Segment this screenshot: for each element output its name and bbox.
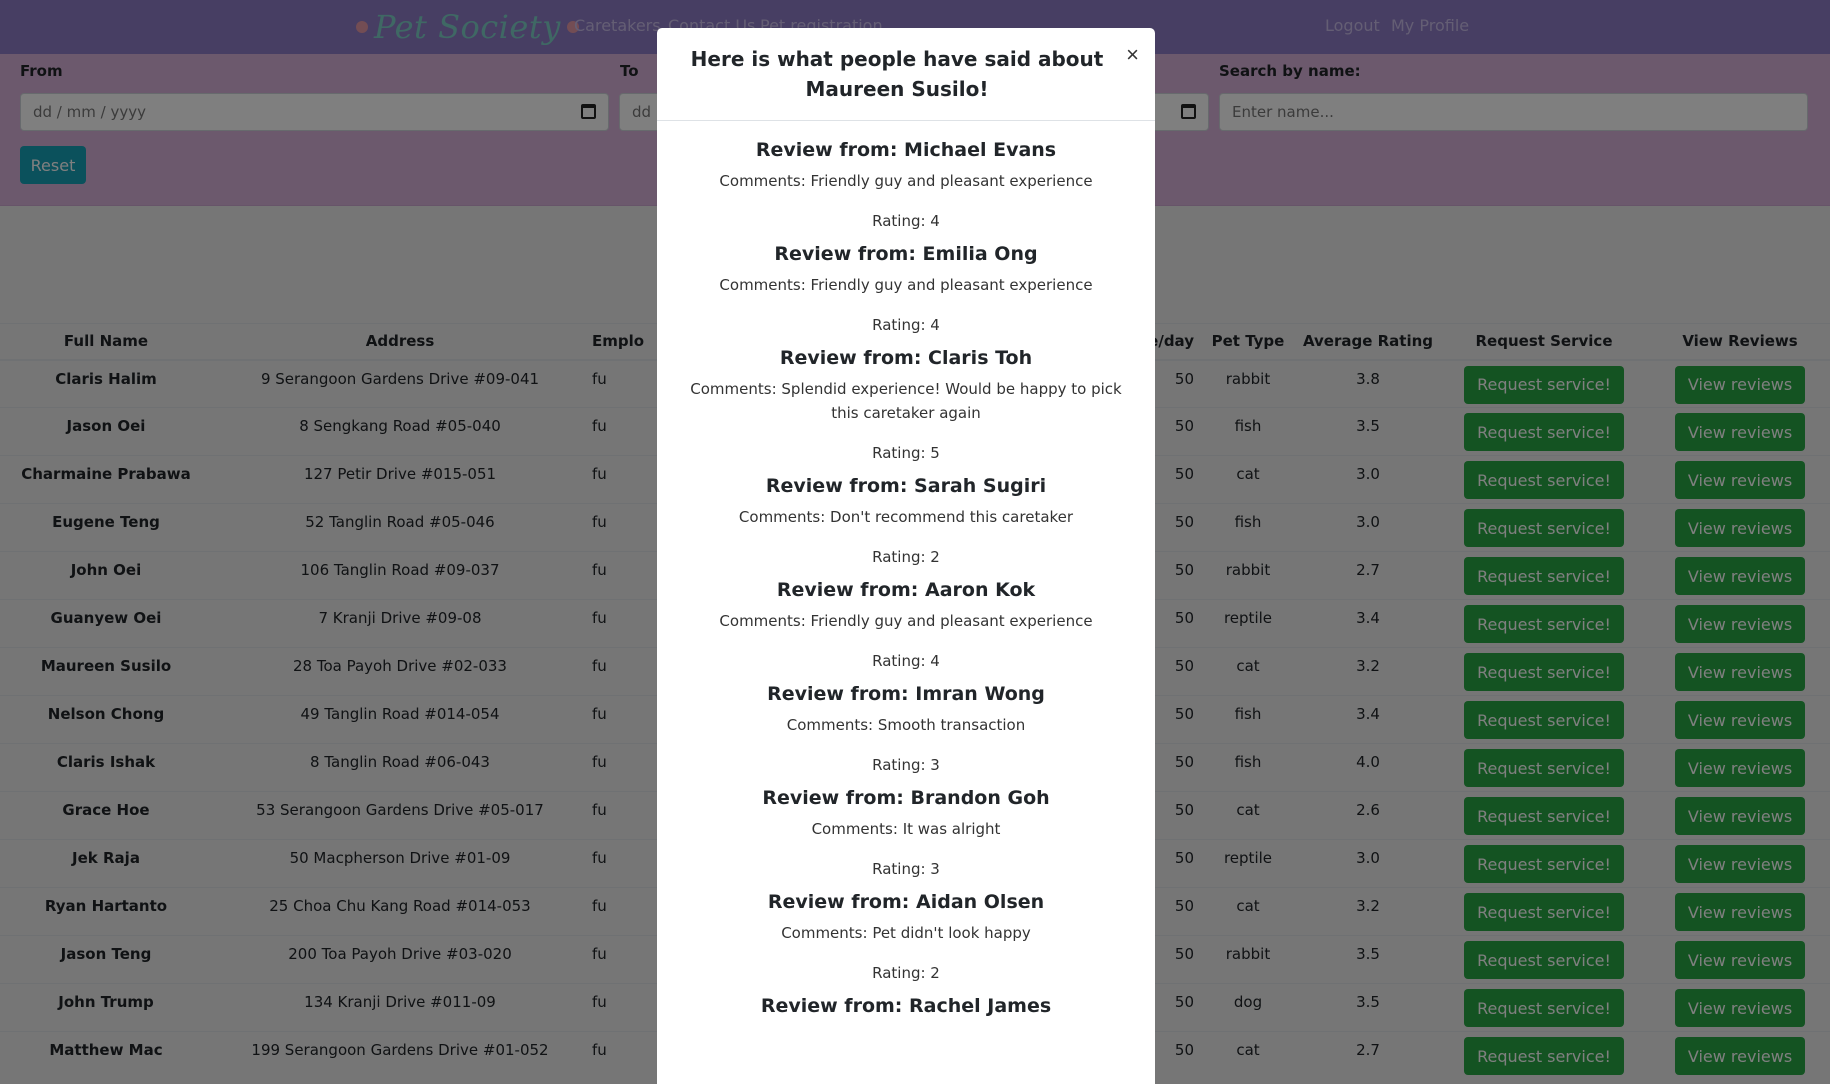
- review-author: Review from: Aaron Kok: [776, 579, 1036, 601]
- review-rating: Rating: 4: [872, 316, 940, 334]
- review-comments: Comments: Splendid experience! Would be …: [690, 380, 1122, 422]
- review-comments: Comments: Friendly guy and pleasant expe…: [719, 172, 1093, 190]
- review-author: Review from: Sarah Sugiri: [765, 475, 1047, 497]
- review-item: Review from: Aaron Kok Comments: Friendly…: [687, 577, 1125, 673]
- review-author: Review from: Claris Toh: [779, 347, 1033, 369]
- review-rating: Rating: 2: [872, 964, 940, 982]
- review-item: Review from: Michael Evans Comments: Frie…: [687, 137, 1125, 233]
- reviews-modal: Here is what people have said about Maur…: [657, 28, 1155, 1084]
- review-comments: Comments: It was alright: [811, 820, 1001, 838]
- review-rating: Rating: 3: [872, 860, 940, 878]
- close-icon[interactable]: ×: [1126, 42, 1139, 68]
- review-comments: Comments: Friendly guy and pleasant expe…: [719, 612, 1093, 630]
- review-rating: Rating: 5: [872, 444, 940, 462]
- review-item: Review from: Aidan Olsen Comments: Pet di…: [687, 889, 1125, 985]
- review-comments: Comments: Smooth transaction: [786, 716, 1026, 734]
- review-comments: Comments: Friendly guy and pleasant expe…: [719, 276, 1093, 294]
- review-author: Review from: Aidan Olsen: [767, 891, 1045, 913]
- review-item: Review from: Brandon Goh Comments: It was…: [687, 785, 1125, 881]
- review-rating: Rating: 2: [872, 548, 940, 566]
- review-rating: Rating: 4: [872, 652, 940, 670]
- review-author: Review from: Michael Evans: [755, 139, 1057, 161]
- review-comments: Comments: Don't recommend this caretaker: [738, 508, 1074, 526]
- modal-header: Here is what people have said about Maur…: [657, 28, 1155, 121]
- review-item: Review from: Imran Wong Comments: Smooth …: [687, 681, 1125, 777]
- review-rating: Rating: 4: [872, 212, 940, 230]
- modal-title: Here is what people have said about Maur…: [690, 47, 1104, 101]
- review-author: Review from: Brandon Goh: [762, 787, 1050, 809]
- review-item: Review from: Claris Toh Comments: Splendi…: [687, 345, 1125, 465]
- review-item: Review from: Sarah Sugiri Comments: Don't…: [687, 473, 1125, 569]
- review-comments: Comments: Pet didn't look happy: [781, 924, 1031, 942]
- review-author: Review from: Imran Wong: [767, 683, 1045, 705]
- review-item: Review from: Emilia Ong Comments: Friendl…: [687, 241, 1125, 337]
- review-author: Review from: Emilia Ong: [774, 243, 1038, 265]
- modal-body[interactable]: Review from: Michael Evans Comments: Frie…: [657, 121, 1155, 1019]
- review-rating: Rating: 3: [872, 756, 940, 774]
- review-author: Review from: Rachel James: [760, 995, 1052, 1017]
- review-item: Review from: Rachel James: [687, 993, 1125, 1019]
